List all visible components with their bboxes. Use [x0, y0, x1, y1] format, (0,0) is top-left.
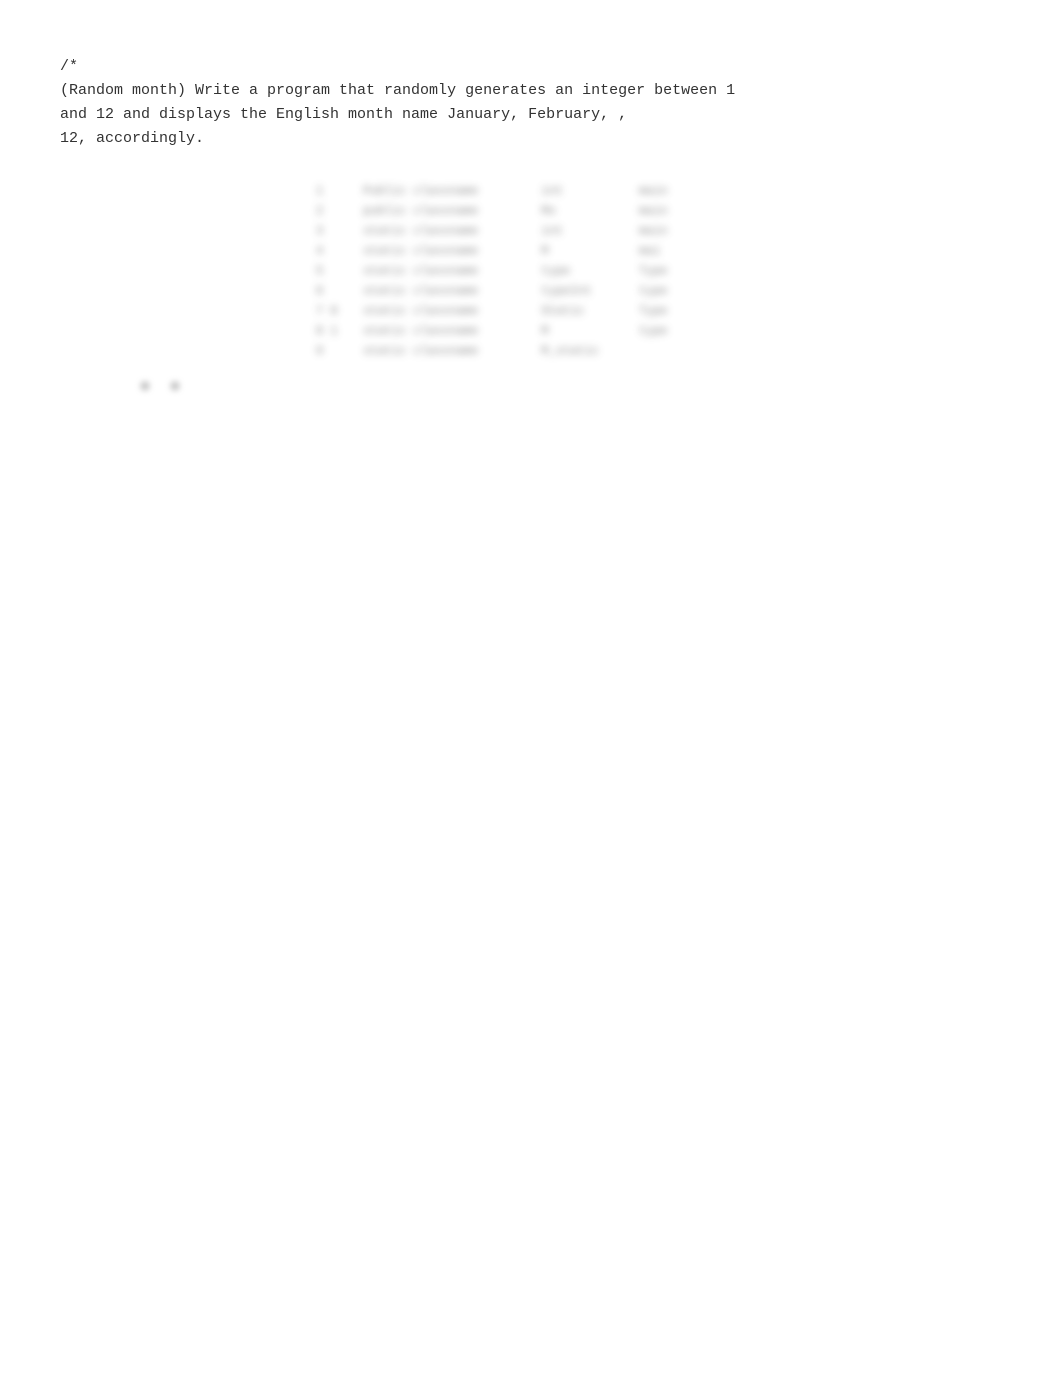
table-row: 8 1 static classname M type: [310, 321, 690, 341]
table-row: 6 static classname typeInt type: [310, 281, 690, 301]
comment-block: /* (Random month) Write a program that r…: [60, 55, 1002, 151]
blurred-content-area: 1 Public classname int main 2 public cla…: [310, 181, 690, 361]
comment-line3: 12, accordingly.: [60, 127, 1002, 151]
table-row: 3 static classname int main: [310, 221, 690, 241]
comment-line1: (Random month) Write a program that rand…: [60, 79, 1002, 103]
table-row: 5 static classname type Type: [310, 261, 690, 281]
table-row: 4 static classname M mai: [310, 241, 690, 261]
table-row: 7 8 static classname Static Type: [310, 301, 690, 321]
main-content: /* (Random month) Write a program that r…: [0, 0, 1062, 431]
blurred-dots-area: [140, 381, 1002, 391]
comment-line2: and 12 and displays the English month na…: [60, 103, 1002, 127]
dot-2: [170, 381, 180, 391]
table-row: 1 Public classname int main: [310, 181, 690, 201]
table-row: 9 static classname M_static: [310, 341, 690, 361]
table-row: 2 public classname Mo main: [310, 201, 690, 221]
blurred-table: 1 Public classname int main 2 public cla…: [310, 181, 690, 361]
dot-1: [140, 381, 150, 391]
comment-opener: /*: [60, 55, 1002, 79]
